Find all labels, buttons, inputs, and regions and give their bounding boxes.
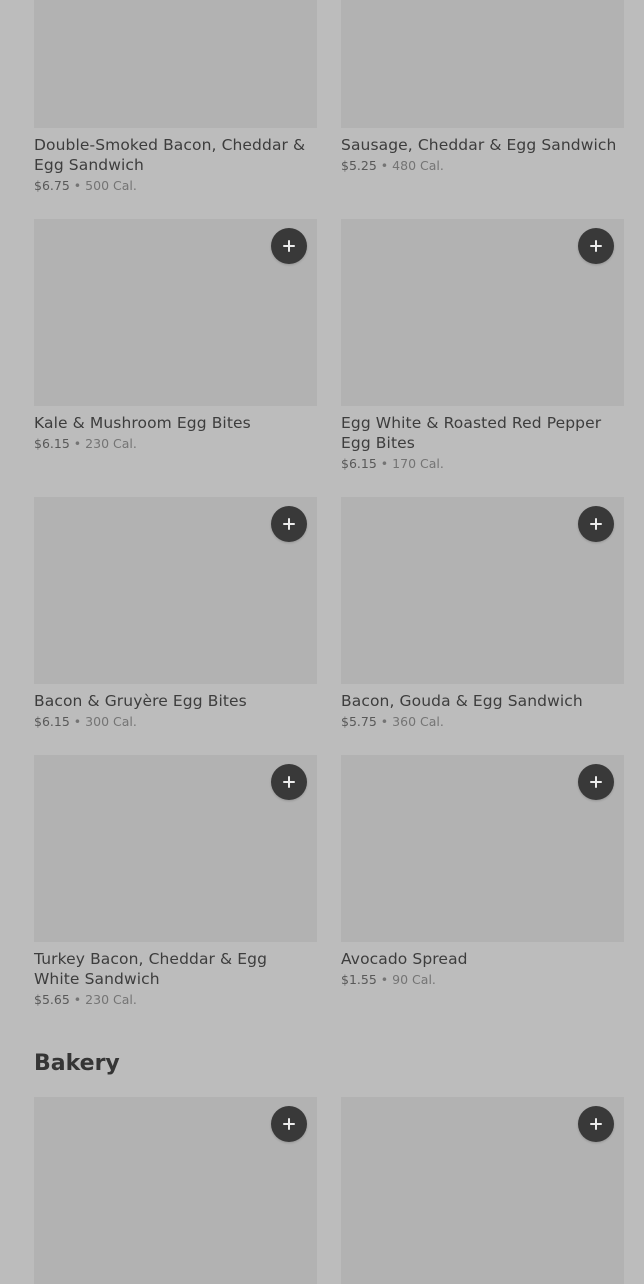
add-to-order-button[interactable] [578,1106,614,1142]
menu-item-meta: $5.65 • 230 Cal. [34,993,317,1007]
separator-dot: • [73,714,82,729]
separator-dot: • [73,436,82,451]
menu-item-meta: $6.75 • 500 Cal. [34,179,317,193]
menu-page: Double-Smoked Bacon, Cheddar & Egg Sandw… [0,0,644,1284]
separator-dot: • [380,158,389,173]
menu-item-calories: 170 Cal. [392,456,444,471]
menu-item-price: $1.55 [341,972,377,987]
add-to-order-button[interactable] [271,764,307,800]
menu-item-name[interactable]: Egg White & Roasted Red Pepper Egg Bites [341,413,624,453]
menu-item-meta: $6.15 • 170 Cal. [341,457,624,471]
separator-dot: • [73,178,82,193]
menu-item-price: $5.75 [341,714,377,729]
menu-item-meta: $5.25 • 480 Cal. [341,159,624,173]
section-title-bakery: Bakery [34,1051,120,1076]
menu-item-calories: 90 Cal. [392,972,436,987]
menu-item-calories: 360 Cal. [392,714,444,729]
menu-item-price: $6.15 [341,456,377,471]
menu-item-calories: 300 Cal. [85,714,137,729]
add-to-order-button[interactable] [271,506,307,542]
add-to-order-button[interactable] [578,764,614,800]
menu-item-name[interactable]: Avocado Spread [341,949,624,969]
menu-item-meta: $6.15 • 230 Cal. [34,437,317,451]
menu-item-image[interactable] [34,0,317,128]
menu-item-price: $6.15 [34,714,70,729]
menu-item-image[interactable] [341,0,624,128]
menu-item-meta: $5.75 • 360 Cal. [341,715,624,729]
menu-item-calories: 500 Cal. [85,178,137,193]
menu-item-calories: 230 Cal. [85,436,137,451]
menu-item-calories: 230 Cal. [85,992,137,1007]
add-to-order-button[interactable] [271,1106,307,1142]
add-to-order-button[interactable] [271,228,307,264]
separator-dot: • [73,992,82,1007]
menu-item-name[interactable]: Bacon, Gouda & Egg Sandwich [341,691,624,711]
menu-item-name[interactable]: Turkey Bacon, Cheddar & Egg White Sandwi… [34,949,317,989]
menu-item-price: $5.65 [34,992,70,1007]
separator-dot: • [380,456,389,471]
separator-dot: • [380,714,389,729]
add-to-order-button[interactable] [578,228,614,264]
menu-item-name[interactable]: Sausage, Cheddar & Egg Sandwich [341,135,624,155]
menu-item-price: $5.25 [341,158,377,173]
separator-dot: • [380,972,389,987]
menu-item-price: $6.75 [34,178,70,193]
menu-item-calories: 480 Cal. [392,158,444,173]
menu-item-name[interactable]: Kale & Mushroom Egg Bites [34,413,317,433]
menu-item-name[interactable]: Double-Smoked Bacon, Cheddar & Egg Sandw… [34,135,317,175]
add-to-order-button[interactable] [578,506,614,542]
menu-item-meta: $1.55 • 90 Cal. [341,973,624,987]
menu-item-name[interactable]: Bacon & Gruyère Egg Bites [34,691,317,711]
menu-item-meta: $6.15 • 300 Cal. [34,715,317,729]
menu-item-price: $6.15 [34,436,70,451]
